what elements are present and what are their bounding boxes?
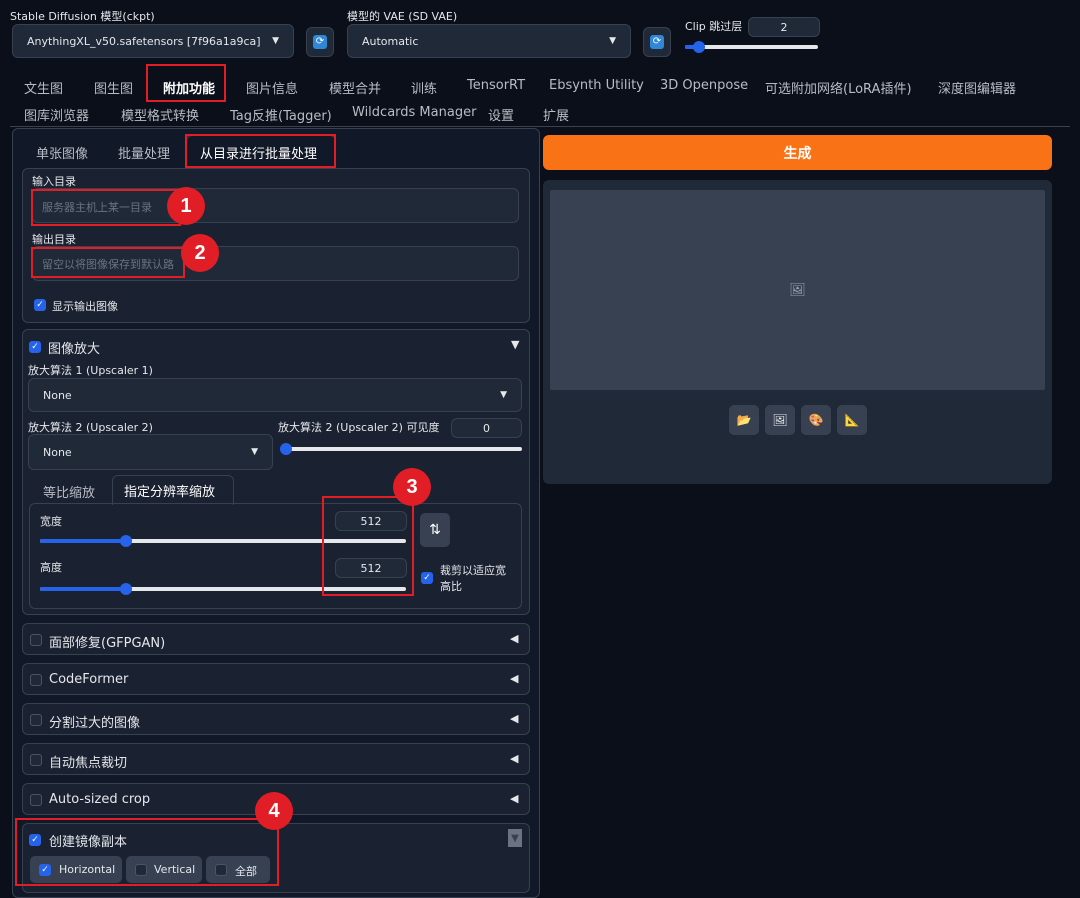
- tab-main-5[interactable]: 模型合并: [329, 78, 381, 97]
- tab-main-row2-5[interactable]: 设置: [488, 105, 514, 124]
- output-dir-label: 输出目录: [32, 233, 76, 246]
- swap-icon: ⇅: [429, 522, 441, 538]
- collapse-arrow-icon[interactable]: ▼: [508, 829, 522, 847]
- expand-arrow-icon[interactable]: ◀: [510, 672, 518, 685]
- send-to-img2img-icon[interactable]: 🖼: [765, 405, 795, 435]
- highlight-extras-tab: [146, 64, 226, 102]
- chevron-down-icon: ▼: [272, 36, 279, 46]
- slider-handle[interactable]: [693, 41, 705, 53]
- crop-label: 裁剪以适应宽高比: [440, 564, 506, 593]
- tab-main-6[interactable]: 训练: [411, 78, 437, 97]
- chevron-down-icon: ▼: [500, 390, 507, 400]
- auto-crop-title: Auto-sized crop: [49, 792, 151, 807]
- width-label: 宽度: [40, 515, 62, 528]
- clip-skip-input[interactable]: 2: [748, 17, 820, 37]
- tab-main-row2-3[interactable]: Tag反推(Tagger): [230, 105, 332, 124]
- height-label: 高度: [40, 561, 62, 574]
- visibility-input[interactable]: 0: [451, 418, 522, 438]
- collapse-arrow-icon[interactable]: ▼: [511, 338, 519, 351]
- tab-main-row2-1[interactable]: 图库浏览器: [24, 105, 89, 124]
- upscaler1-dropdown[interactable]: None ▼: [28, 378, 522, 412]
- vae-value: Automatic: [362, 34, 419, 48]
- upscaler1-label: 放大算法 1 (Upscaler 1): [28, 364, 153, 377]
- show-output-checkbox[interactable]: ✓: [34, 299, 46, 311]
- upscaler2-dropdown[interactable]: None ▼: [28, 434, 273, 470]
- vae-label: 模型的 VAE (SD VAE): [347, 10, 458, 23]
- tab-main-7[interactable]: TensorRT: [467, 78, 525, 93]
- tab-main-2[interactable]: 图生图: [94, 78, 133, 97]
- tab-main-10[interactable]: 可选附加网络(LoRA插件): [765, 78, 912, 97]
- expand-arrow-icon[interactable]: ◀: [510, 752, 518, 765]
- clip-skip-slider[interactable]: [685, 41, 818, 53]
- annotation-badge: 3: [393, 468, 431, 506]
- slider-handle[interactable]: [280, 443, 292, 455]
- upscaler2-value: None: [43, 445, 72, 459]
- tab-main-row2-6[interactable]: 扩展: [543, 105, 569, 124]
- upscale-title: 图像放大: [48, 342, 101, 357]
- model-value: AnythingXL_v50.safetensors [7f96a1a9ca]: [27, 34, 261, 48]
- highlight-batch-dir-tab: [185, 134, 336, 168]
- visibility-slider[interactable]: [280, 443, 522, 455]
- codeformer-title: CodeFormer: [49, 672, 129, 687]
- tab-scale-to-label: 指定分辨率缩放: [124, 485, 216, 500]
- crop-checkbox[interactable]: ✓: [421, 572, 433, 584]
- image-placeholder-icon: 🖼: [789, 282, 806, 298]
- chevron-down-icon: ▼: [251, 447, 258, 457]
- send-to-inpaint-icon[interactable]: 🎨: [801, 405, 831, 435]
- tab-main-11[interactable]: 深度图编辑器: [938, 78, 1016, 97]
- generate-label: 生成: [783, 145, 812, 162]
- chevron-down-icon: ▼: [609, 36, 616, 46]
- send-to-extras-icon[interactable]: 📐: [837, 405, 867, 435]
- tab-scale-by[interactable]: 等比缩放: [43, 482, 95, 501]
- vae-dropdown[interactable]: Automatic ▼: [347, 24, 631, 58]
- annotation-badge: 1: [167, 187, 205, 225]
- split-title: 分割过大的图像: [49, 716, 141, 731]
- show-output-label: 显示输出图像: [52, 300, 118, 313]
- highlight-mirror: [15, 818, 279, 886]
- model-label: Stable Diffusion 模型(ckpt): [10, 10, 155, 23]
- tab-main-row2-2[interactable]: 模型格式转换: [121, 105, 199, 124]
- visibility-label: 放大算法 2 (Upscaler 2) 可见度: [278, 421, 440, 434]
- model-dropdown[interactable]: AnythingXL_v50.safetensors [7f96a1a9ca] …: [12, 24, 294, 58]
- tab-main-9[interactable]: 3D Openpose: [660, 78, 748, 93]
- highlight-output-dir: [31, 247, 185, 278]
- split-checkbox[interactable]: [30, 714, 42, 726]
- expand-arrow-icon[interactable]: ◀: [510, 712, 518, 725]
- output-gallery[interactable]: 🖼: [550, 190, 1045, 390]
- subtab-batch[interactable]: 批量处理: [118, 143, 170, 162]
- gfpgan-checkbox[interactable]: [30, 634, 42, 646]
- highlight-resolution: [322, 496, 414, 596]
- clip-label: Clip 跳过层: [685, 20, 743, 33]
- expand-arrow-icon[interactable]: ◀: [510, 632, 518, 645]
- model-refresh-button[interactable]: ⟳: [306, 27, 334, 57]
- codeformer-checkbox[interactable]: [30, 674, 42, 686]
- expand-arrow-icon[interactable]: ◀: [510, 792, 518, 805]
- refresh-icon: ⟳: [650, 35, 664, 49]
- vae-refresh-button[interactable]: ⟳: [643, 27, 671, 57]
- tab-main-1[interactable]: 文生图: [24, 78, 63, 97]
- generate-button[interactable]: 生成: [543, 135, 1052, 170]
- swap-dimensions-button[interactable]: ⇅: [420, 513, 450, 547]
- refresh-icon: ⟳: [313, 35, 327, 49]
- auto-crop-checkbox[interactable]: [30, 794, 42, 806]
- upscaler1-value: None: [43, 388, 72, 402]
- tab-main-4[interactable]: 图片信息: [246, 78, 298, 97]
- upscaler2-label: 放大算法 2 (Upscaler 2): [28, 421, 153, 434]
- focal-crop-checkbox[interactable]: [30, 754, 42, 766]
- subtab-single[interactable]: 单张图像: [36, 143, 88, 162]
- upscale-checkbox[interactable]: ✓: [29, 341, 41, 353]
- slider-handle[interactable]: [120, 535, 132, 547]
- highlight-input-dir: [31, 189, 181, 226]
- tab-main-row2-4[interactable]: Wildcards Manager: [352, 105, 476, 120]
- slider-handle[interactable]: [120, 583, 132, 595]
- gfpgan-title: 面部修复(GFPGAN): [49, 636, 166, 651]
- input-dir-label: 输入目录: [32, 175, 76, 188]
- open-folder-icon[interactable]: 📂: [729, 405, 759, 435]
- tab-main-8[interactable]: Ebsynth Utility: [549, 78, 644, 93]
- annotation-badge: 2: [181, 234, 219, 272]
- annotation-badge: 4: [255, 792, 293, 830]
- focal-crop-title: 自动焦点裁切: [49, 756, 128, 771]
